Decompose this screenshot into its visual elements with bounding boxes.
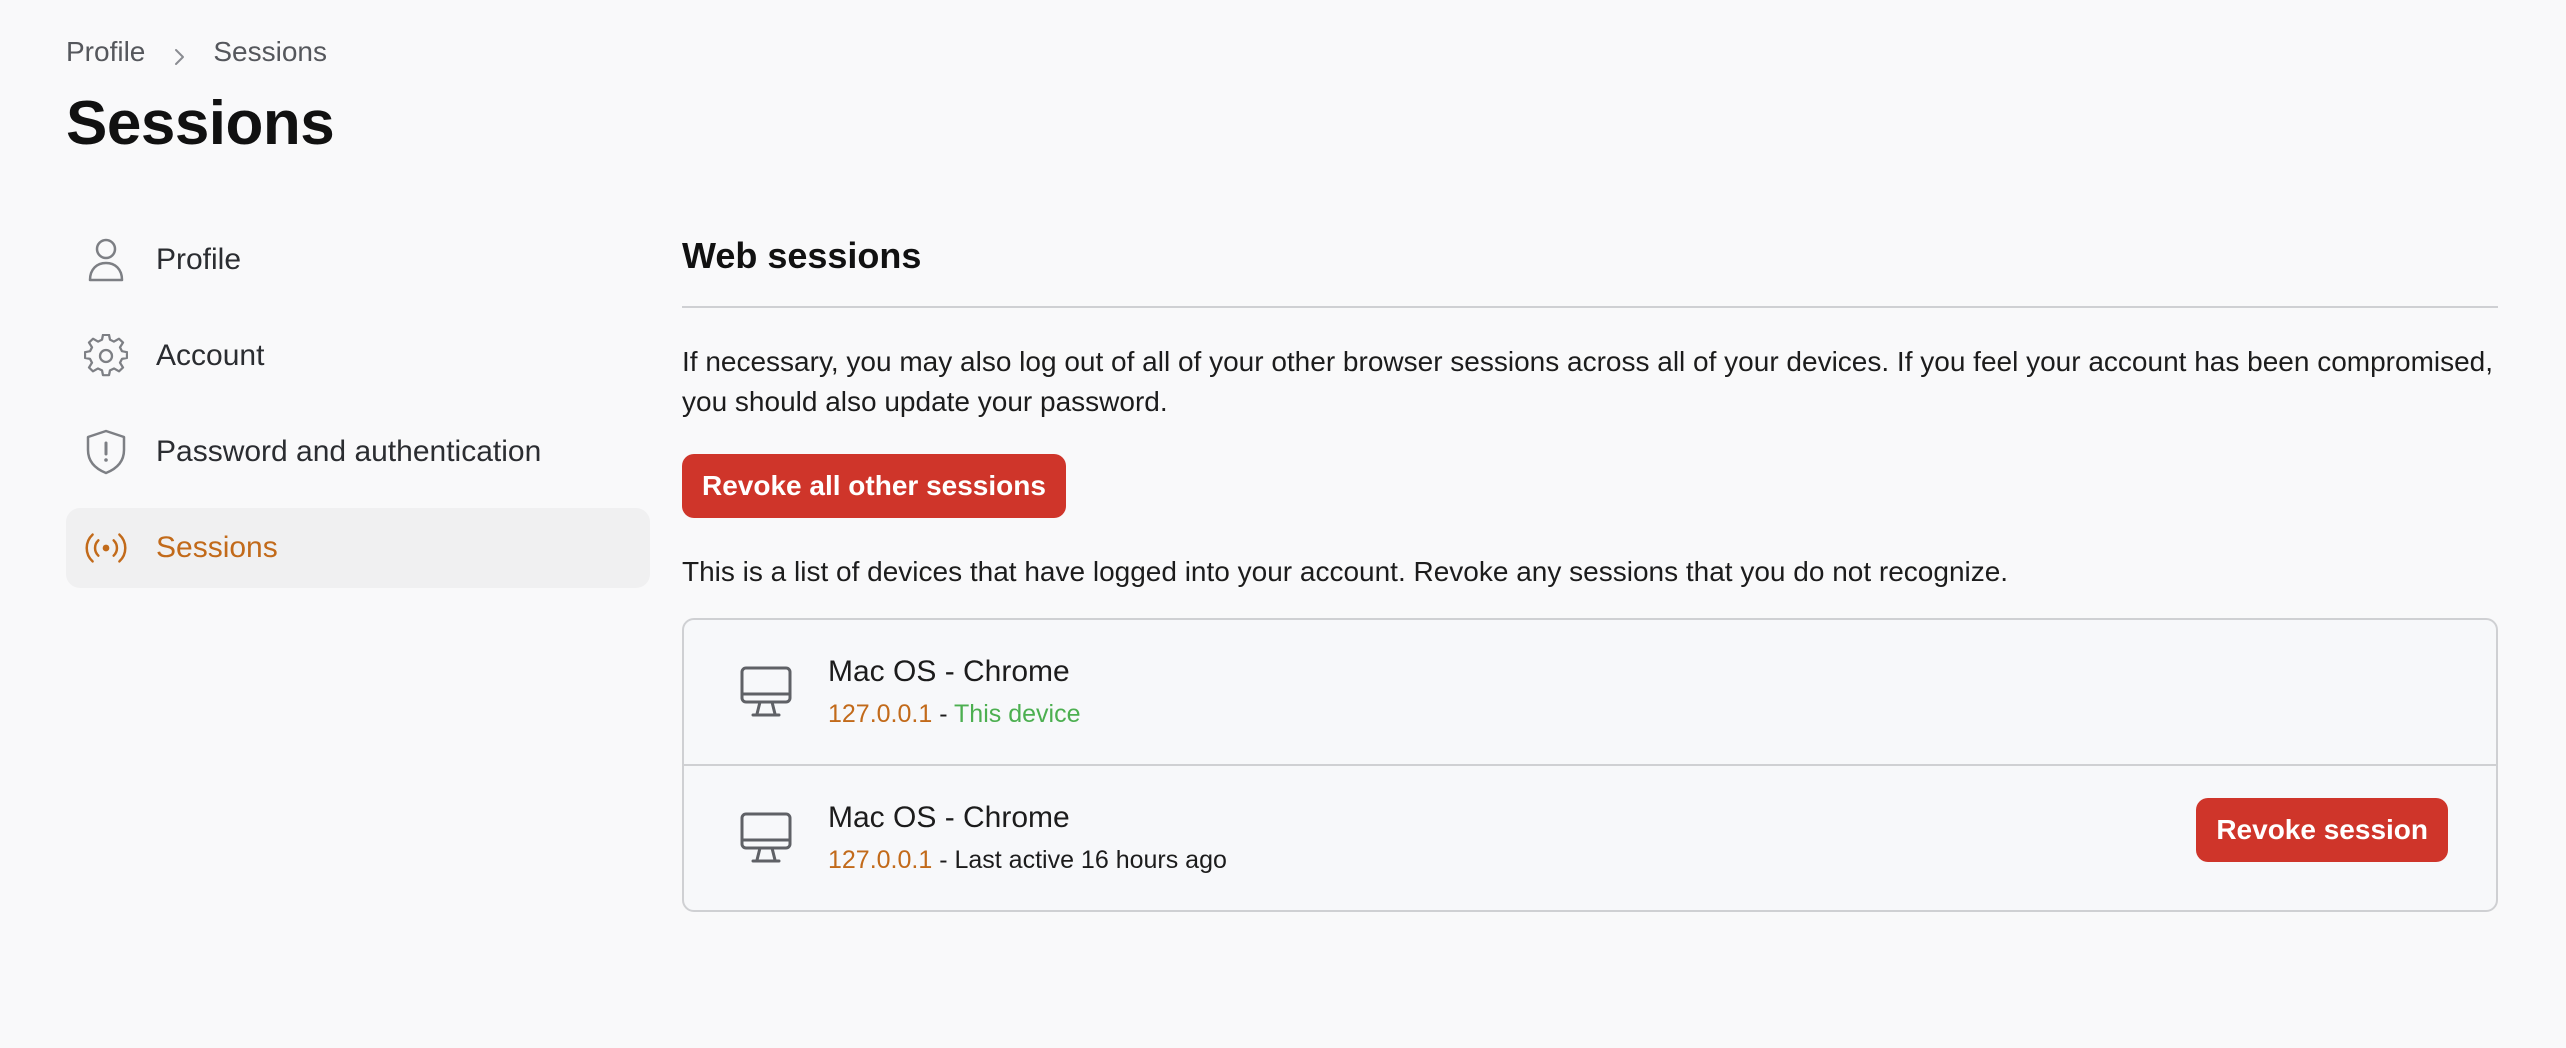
sidebar-item-profile[interactable]: Profile	[66, 220, 650, 300]
session-row: Mac OS - Chrome 127.0.0.1 - Last active …	[684, 764, 2496, 910]
breadcrumb-item-profile[interactable]: Profile	[66, 36, 145, 68]
desktop-computer-icon	[736, 662, 796, 722]
session-status-current: This device	[954, 700, 1081, 728]
sessions-list-description: This is a list of devices that have logg…	[682, 556, 2009, 587]
sidebar-item-label: Account	[156, 339, 265, 372]
sidebar-item-label: Sessions	[156, 531, 278, 564]
session-device-name: Mac OS - Chrome	[828, 801, 1070, 834]
main-content: Web sessions If necessary, you may also …	[682, 230, 2498, 912]
revoke-session-button[interactable]: Revoke session	[2196, 798, 2448, 862]
session-last-active: Last active 16 hours ago	[954, 846, 1227, 874]
sidebar-item-account[interactable]: Account	[66, 316, 650, 396]
user-icon	[84, 238, 128, 282]
sidebar-item-sessions[interactable]: Sessions	[66, 508, 650, 588]
session-separator: -	[932, 846, 955, 874]
broadcast-icon	[84, 526, 128, 570]
desktop-computer-icon	[736, 808, 796, 868]
session-separator: -	[932, 700, 955, 728]
session-info: Mac OS - Chrome 127.0.0.1 - This device	[828, 652, 1080, 732]
breadcrumb: Profile Sessions	[66, 36, 327, 68]
divider	[682, 306, 2498, 308]
session-info: Mac OS - Chrome 127.0.0.1 - Last active …	[828, 798, 1227, 878]
session-row: Mac OS - Chrome 127.0.0.1 - This device	[684, 620, 2496, 764]
session-meta: 127.0.0.1 - Last active 16 hours ago	[828, 842, 1227, 878]
section-title: Web sessions	[682, 235, 922, 276]
sidebar-item-label: Profile	[156, 243, 242, 276]
session-ip: 127.0.0.1	[828, 700, 933, 728]
sidebar-item-password[interactable]: Password and authentication	[66, 412, 650, 492]
session-meta: 127.0.0.1 - This device	[828, 696, 1080, 732]
page-title: Sessions	[66, 89, 335, 158]
session-device-name: Mac OS - Chrome	[828, 655, 1070, 688]
breadcrumb-item-sessions: Sessions	[213, 36, 327, 67]
logout-description: If necessary, you may also log out of al…	[682, 346, 2494, 417]
shield-icon	[84, 429, 128, 475]
sidebar-item-label: Password and authentication	[156, 435, 542, 468]
revoke-all-sessions-button[interactable]: Revoke all other sessions	[682, 454, 1066, 518]
gear-icon	[84, 334, 128, 378]
sidebar: Profile Account Password and authenticat…	[66, 220, 650, 604]
session-ip: 127.0.0.1	[828, 846, 933, 874]
chevron-right-icon	[169, 42, 189, 65]
session-list: Mac OS - Chrome 127.0.0.1 - This device …	[682, 618, 2498, 912]
